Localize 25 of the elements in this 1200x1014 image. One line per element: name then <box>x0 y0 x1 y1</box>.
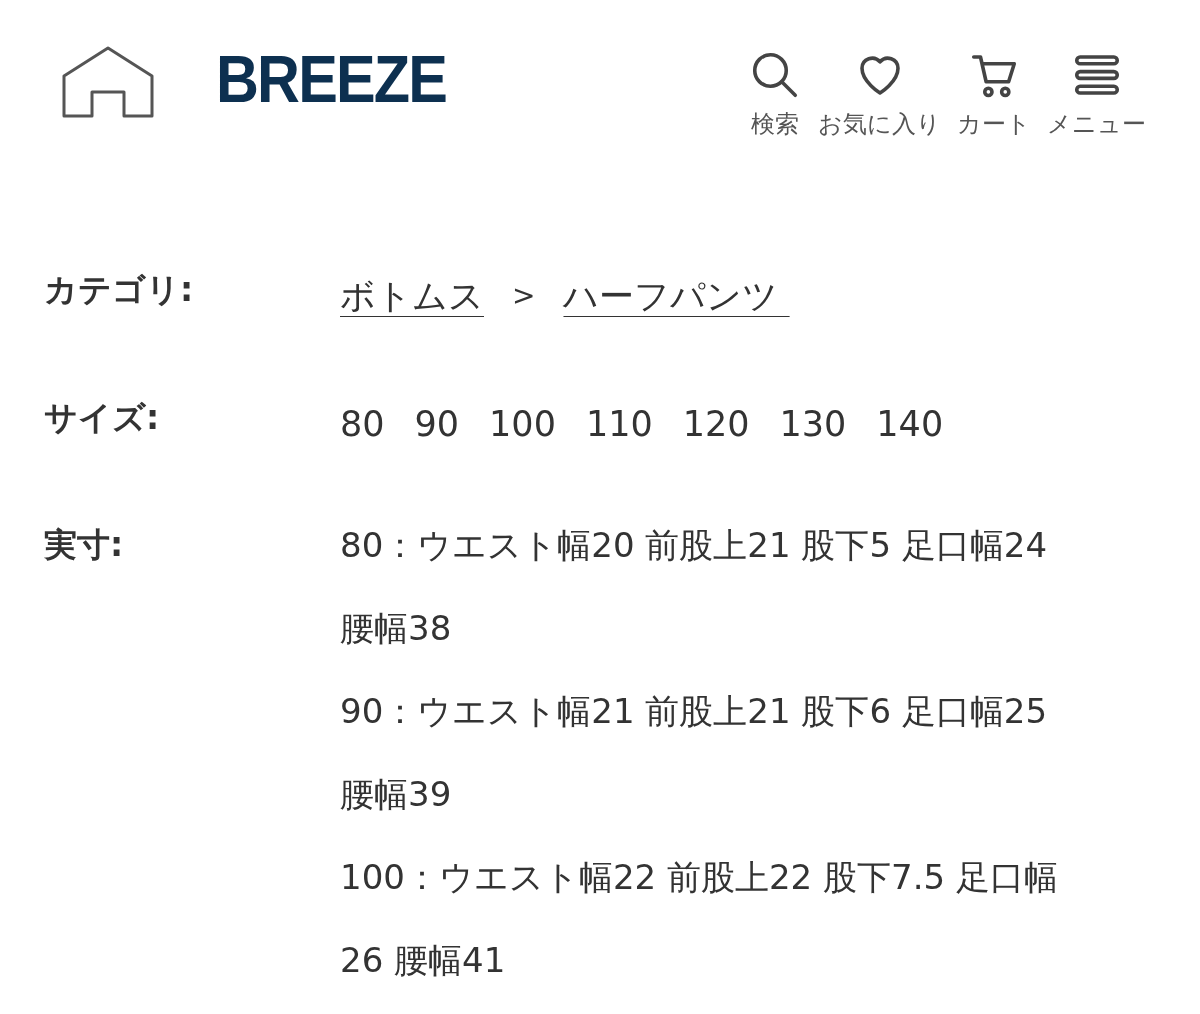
size-option: 120 <box>682 397 750 450</box>
detail-label: カテゴリ: <box>44 270 195 311</box>
header-action-button[interactable]: カート <box>953 48 1035 142</box>
size-option: 100 <box>489 397 556 450</box>
header-action-button[interactable]: 検索 <box>744 48 806 142</box>
header-action-button[interactable]: メニュー <box>1043 48 1150 142</box>
category-link[interactable]: ボトムス <box>340 270 484 323</box>
brand-logo[interactable]: BREEZE <box>216 46 447 112</box>
breadcrumb-separator: > <box>512 278 536 315</box>
measurement-text: 26 腰幅41 <box>340 940 507 982</box>
size-option: 110 <box>585 397 653 450</box>
detail-label: サイズ: <box>44 397 161 439</box>
home-icon[interactable] <box>62 46 154 118</box>
measurement-text: 100：ウエスト幅22 前股上22 股下7.5 足口幅 <box>340 857 1058 899</box>
measurement-text: 80：ウエスト幅20 前股上21 股下5 足口幅24 <box>340 525 1049 567</box>
size-option: 80 <box>340 397 385 450</box>
header-action-button[interactable]: お気に入り <box>814 48 945 142</box>
category-link[interactable]: ハーフパンツ <box>563 270 790 323</box>
measurement-text: 90：ウエスト幅21 前股上21 股下6 足口幅25 <box>340 691 1049 733</box>
size-option: 130 <box>779 397 847 450</box>
measurement-text: 腰幅39 <box>340 774 453 816</box>
size-option: 90 <box>414 397 460 450</box>
size-option: 140 <box>876 397 944 450</box>
measurement-text: 腰幅38 <box>340 608 453 650</box>
detail-label: 実寸: <box>44 525 125 566</box>
